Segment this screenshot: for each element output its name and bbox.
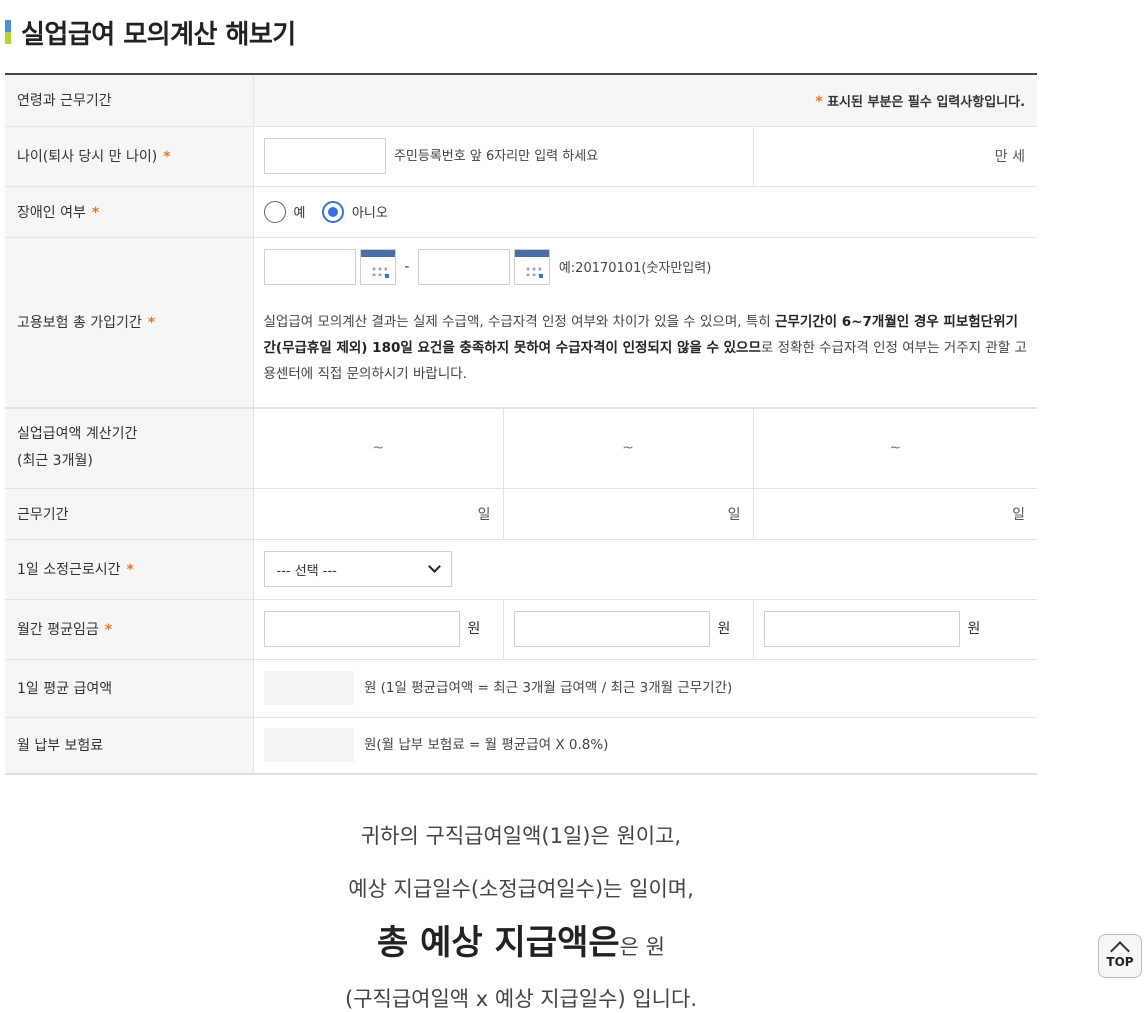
daily-benefit-row: 1일 평균 급여액 원 (1일 평균급여액 = 최근 3개월 급여액 / 최근 …: [5, 659, 1038, 718]
required-star: *: [147, 315, 156, 332]
disability-label-text: 장애인 여부: [17, 204, 86, 221]
disability-label: 장애인 여부 *: [5, 186, 254, 238]
age-input-cell: 주민등록번호 앞 6자리만 입력 하세요: [253, 126, 753, 187]
insurance-period-row: 고용보험 총 가입기간 * - 예:20170101(숫자만입력) 실업급여 모의…: [5, 237, 1038, 409]
age-label-text: 나이(퇴사 당시 만 나이): [17, 149, 158, 165]
work-hours-select[interactable]: --- 선택 ---: [263, 551, 452, 587]
monthly-wage-cell: 원: [253, 599, 503, 660]
chevron-down-icon: [427, 560, 441, 573]
result-total-value: 은 원: [619, 935, 665, 959]
wage-unit: 원: [467, 621, 481, 637]
work-days-col: 일: [253, 488, 503, 540]
daily-benefit-label: 1일 평균 급여액: [5, 659, 254, 718]
header-label: 연령과 근무기간: [5, 73, 254, 127]
calc-period-col[interactable]: ~: [752, 407, 1038, 489]
required-star: *: [91, 204, 100, 221]
daily-benefit-output: [263, 671, 354, 705]
monthly-wage-cell: 원: [502, 599, 753, 660]
result-total-heading: 총 예상 지급액은: [377, 923, 620, 963]
required-star: *: [126, 562, 134, 578]
work-days-row: 근무기간 일 일 일: [5, 488, 1038, 540]
monthly-wage-label-text: 월간 평균임금: [17, 622, 99, 638]
date-example: 예:20170101(숫자만입력): [558, 261, 712, 276]
work-hours-selected: --- 선택 ---: [276, 563, 337, 579]
monthly-premium-formula: 원(월 납부 보험료 = 월 평균급여 X 0.8%): [363, 737, 609, 754]
required-star: *: [815, 93, 823, 110]
wage-unit: 원: [967, 621, 981, 637]
daily-benefit-cell: 원 (1일 평균급여액 = 최근 3개월 급여액 / 최근 3개월 근무기간): [253, 659, 1038, 718]
result-line-daily: 귀하의 구직급여일액(1일)은 원이고,: [360, 824, 682, 848]
monthly-wage-label: 월간 평균임금 *: [5, 599, 254, 660]
calculator-form: 연령과 근무기간 * 표시된 부분은 필수 입력사항입니다. 나이(퇴사 당시 …: [5, 73, 1038, 775]
calendar-icon[interactable]: [514, 248, 551, 285]
required-note-text: 표시된 부분은 필수 입력사항입니다.: [827, 94, 1026, 110]
monthly-premium-cell: 원(월 납부 보험료 = 월 평균급여 X 0.8%): [253, 717, 1038, 775]
monthly-wage-cell: 원: [752, 599, 1038, 660]
daily-benefit-formula: 원 (1일 평균급여액 = 최근 3개월 급여액 / 최근 3개월 근무기간): [363, 680, 733, 696]
monthly-premium-label: 월 납부 보험료: [5, 717, 254, 775]
calc-period-row: 실업급여액 계산기간 (최근 3개월) ~ ~ ~: [5, 407, 1038, 489]
date-range: - 예:20170101(숫자만입력): [254, 248, 1038, 285]
title-accent-bar: [5, 20, 11, 44]
result-line-days: 예상 지급일수(소정급여일수)는 일이며,: [348, 877, 694, 901]
result-line-formula: (구직급여일액 x 예상 지급일수) 입니다.: [345, 987, 697, 1011]
daily-hours-label-text: 1일 소정근로시간: [17, 562, 121, 578]
insurance-notice: 실업급여 모의계산 결과는 실제 수급액, 수급자격 인정 여부와 차이가 있을…: [254, 309, 1038, 387]
monthly-wage-input[interactable]: [513, 611, 710, 647]
daily-hours-row: 1일 소정근로시간 * --- 선택 ---: [5, 539, 1038, 600]
calc-period-label-line1: 실업급여액 계산기간: [17, 426, 138, 443]
monthly-wage-input[interactable]: [263, 611, 460, 647]
disability-no-label[interactable]: 아니오: [352, 206, 388, 221]
daily-hours-cell: --- 선택 ---: [253, 539, 1038, 600]
wage-unit: 원: [717, 621, 731, 637]
end-date-input[interactable]: [417, 248, 510, 285]
page-title: 실업급여 모의계산 해보기: [5, 14, 296, 50]
monthly-wage-input[interactable]: [763, 611, 960, 647]
notice-text: 실업급여 모의계산 결과는 실제 수급액, 수급자격 인정 여부와 차이가 있을…: [263, 313, 775, 330]
scroll-top-button[interactable]: TOP: [1098, 934, 1142, 978]
daily-hours-label: 1일 소정근로시간 *: [5, 539, 254, 600]
work-days-label: 근무기간: [5, 488, 254, 540]
page-title-text: 실업급여 모의계산 해보기: [21, 19, 296, 50]
age-hint: 주민등록번호 앞 6자리만 입력 하세요: [393, 149, 599, 164]
monthly-wage-row: 월간 평균임금 * 원 원 원: [5, 599, 1038, 660]
disability-options: 예 아니오: [253, 186, 1038, 238]
birthdate-input[interactable]: [263, 138, 386, 174]
insurance-period-label-text: 고용보험 총 가입기간: [17, 315, 142, 332]
calc-period-col[interactable]: ~: [502, 407, 753, 489]
required-note: * 표시된 부분은 필수 입력사항입니다.: [253, 73, 1038, 127]
calc-period-col[interactable]: ~: [253, 407, 503, 489]
calendar-icon[interactable]: [359, 248, 396, 285]
calc-period-label-line2: (최근 3개월): [17, 453, 93, 470]
disability-yes-label[interactable]: 예: [294, 206, 306, 221]
age-row: 나이(퇴사 당시 만 나이) * 주민등록번호 앞 6자리만 입력 하세요 만 세: [5, 126, 1038, 187]
insurance-period-label: 고용보험 총 가입기간 *: [5, 237, 254, 409]
insurance-period-cell: - 예:20170101(숫자만입력) 실업급여 모의계산 결과는 실제 수급액…: [253, 237, 1038, 409]
start-date-input[interactable]: [263, 248, 356, 285]
required-star: *: [104, 622, 113, 638]
work-days-col: 일: [502, 488, 753, 540]
age-label: 나이(퇴사 당시 만 나이) *: [5, 126, 254, 187]
required-star: *: [163, 149, 171, 165]
monthly-premium-row: 월 납부 보험료 원(월 납부 보험료 = 월 평균급여 X 0.8%): [5, 717, 1038, 775]
date-separator: -: [404, 258, 410, 275]
age-unit: 만 세: [752, 126, 1038, 187]
monthly-premium-output: [263, 728, 354, 763]
result-line-total: 총 예상 지급액은은 원: [5, 915, 1037, 964]
disability-row: 장애인 여부 * 예 아니오: [5, 186, 1038, 238]
calc-period-label: 실업급여액 계산기간 (최근 3개월): [5, 407, 254, 489]
work-days-col: 일: [752, 488, 1038, 540]
header-row: 연령과 근무기간 * 표시된 부분은 필수 입력사항입니다.: [5, 73, 1038, 127]
disability-yes-radio[interactable]: [263, 200, 286, 223]
disability-no-radio[interactable]: [321, 200, 344, 223]
